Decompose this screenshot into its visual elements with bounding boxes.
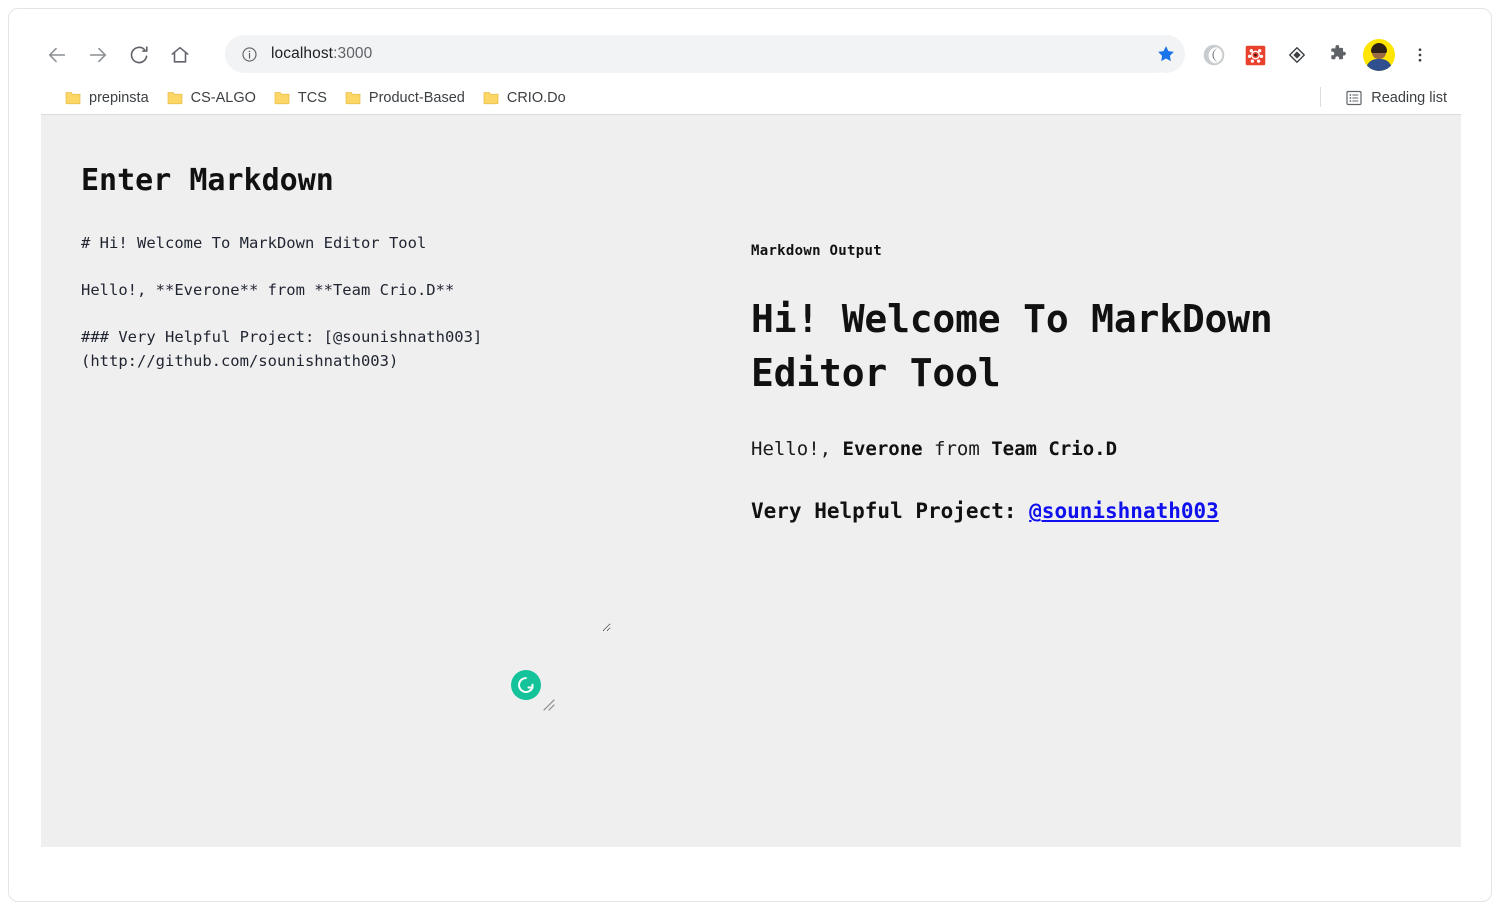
preview-text-part1: Hello!, xyxy=(751,438,843,460)
markdown-input[interactable] xyxy=(81,232,611,632)
bookmarks-bar: prepinsta CS-ALGO TCS Product-Based xyxy=(41,81,1461,115)
screenshot-frame: localhost:3000 xyxy=(8,8,1492,902)
chrome-menu-button[interactable] xyxy=(1404,39,1436,71)
bookmark-item-cs-algo[interactable]: CS-ALGO xyxy=(159,86,264,110)
bookmark-label: CRIO.Do xyxy=(507,90,566,106)
bookmark-label: CS-ALGO xyxy=(191,90,256,106)
bookmark-label: prepinsta xyxy=(89,90,149,106)
star-icon xyxy=(1156,44,1176,64)
avatar xyxy=(1363,39,1395,71)
preview-bold-team: Team Crio.D xyxy=(991,438,1117,460)
back-button[interactable] xyxy=(41,39,73,71)
avatar-hair xyxy=(1371,43,1387,53)
avatar-body xyxy=(1366,59,1392,71)
preview-text-part2: from xyxy=(923,438,992,460)
diamond-extension-button[interactable] xyxy=(1281,39,1313,71)
grammarly-icon[interactable] xyxy=(511,670,541,700)
profile-button[interactable] xyxy=(1361,37,1397,73)
home-icon xyxy=(169,44,191,66)
arrow-left-icon xyxy=(46,44,68,66)
bug-extension-button[interactable] xyxy=(1239,39,1271,71)
textarea-resize-handle[interactable] xyxy=(539,695,555,711)
folder-icon xyxy=(65,91,81,105)
page-viewport: Enter Markdown Markdown Output Hi! Welco… xyxy=(41,115,1461,847)
preview-h3-prefix: Very Helpful Project: xyxy=(751,499,1029,523)
bookmark-item-crio-do[interactable]: CRIO.Do xyxy=(475,86,574,110)
bookmark-label: Product-Based xyxy=(369,90,465,106)
reading-list-label: Reading list xyxy=(1371,90,1447,106)
resize-handle-icon xyxy=(539,695,555,711)
reading-list-button[interactable]: Reading list xyxy=(1338,86,1455,110)
reading-list-icon xyxy=(1346,90,1362,106)
browser-toolbar: localhost:3000 xyxy=(41,29,1461,81)
extensions-button[interactable] xyxy=(1321,39,1353,71)
url-text: localhost:3000 xyxy=(271,45,372,63)
preview-link-sounishnath003[interactable]: @sounishnath003 xyxy=(1029,499,1219,523)
address-bar[interactable]: localhost:3000 xyxy=(225,35,1175,73)
markdown-editor-pane: Enter Markdown xyxy=(81,163,681,632)
preview-bold-everone: Everone xyxy=(843,438,923,460)
url-host: localhost xyxy=(271,45,333,62)
bookmark-item-tcs[interactable]: TCS xyxy=(266,86,335,110)
browser-window: localhost:3000 xyxy=(41,29,1461,879)
bug-extension-icon xyxy=(1245,45,1266,66)
moon-icon xyxy=(1202,43,1226,67)
preview-paragraph: Hello!, Everone from Team Crio.D xyxy=(751,435,1371,464)
three-dot-menu-icon xyxy=(1411,46,1429,64)
home-button[interactable] xyxy=(164,39,196,71)
forward-button[interactable] xyxy=(82,39,114,71)
reload-icon xyxy=(128,44,150,66)
folder-icon xyxy=(167,91,183,105)
puzzle-piece-icon xyxy=(1326,44,1348,66)
bookmark-item-prepinsta[interactable]: prepinsta xyxy=(57,86,157,110)
folder-icon xyxy=(345,91,361,105)
markdown-preview-pane: Markdown Output Hi! Welcome To MarkDown … xyxy=(751,243,1371,527)
arrow-right-icon xyxy=(87,44,109,66)
folder-icon xyxy=(274,91,290,105)
page-title: Enter Markdown xyxy=(81,163,681,198)
bookmark-label: TCS xyxy=(298,90,327,106)
preview-label: Markdown Output xyxy=(751,243,1371,259)
bookmark-item-product-based[interactable]: Product-Based xyxy=(337,86,473,110)
bookmark-star-button[interactable] xyxy=(1147,35,1185,73)
preview-heading-3: Very Helpful Project: @sounishnath003 xyxy=(751,497,1371,526)
url-port: :3000 xyxy=(333,45,372,62)
preview-heading-1: Hi! Welcome To MarkDown Editor Tool xyxy=(751,293,1371,401)
grammarly-glyph xyxy=(515,674,537,696)
info-circle-icon[interactable] xyxy=(239,44,259,64)
toolbar-divider xyxy=(1320,87,1321,107)
diamond-icon xyxy=(1287,45,1307,65)
reload-button[interactable] xyxy=(123,39,155,71)
folder-icon xyxy=(483,91,499,105)
dark-mode-extension-button[interactable] xyxy=(1198,39,1230,71)
